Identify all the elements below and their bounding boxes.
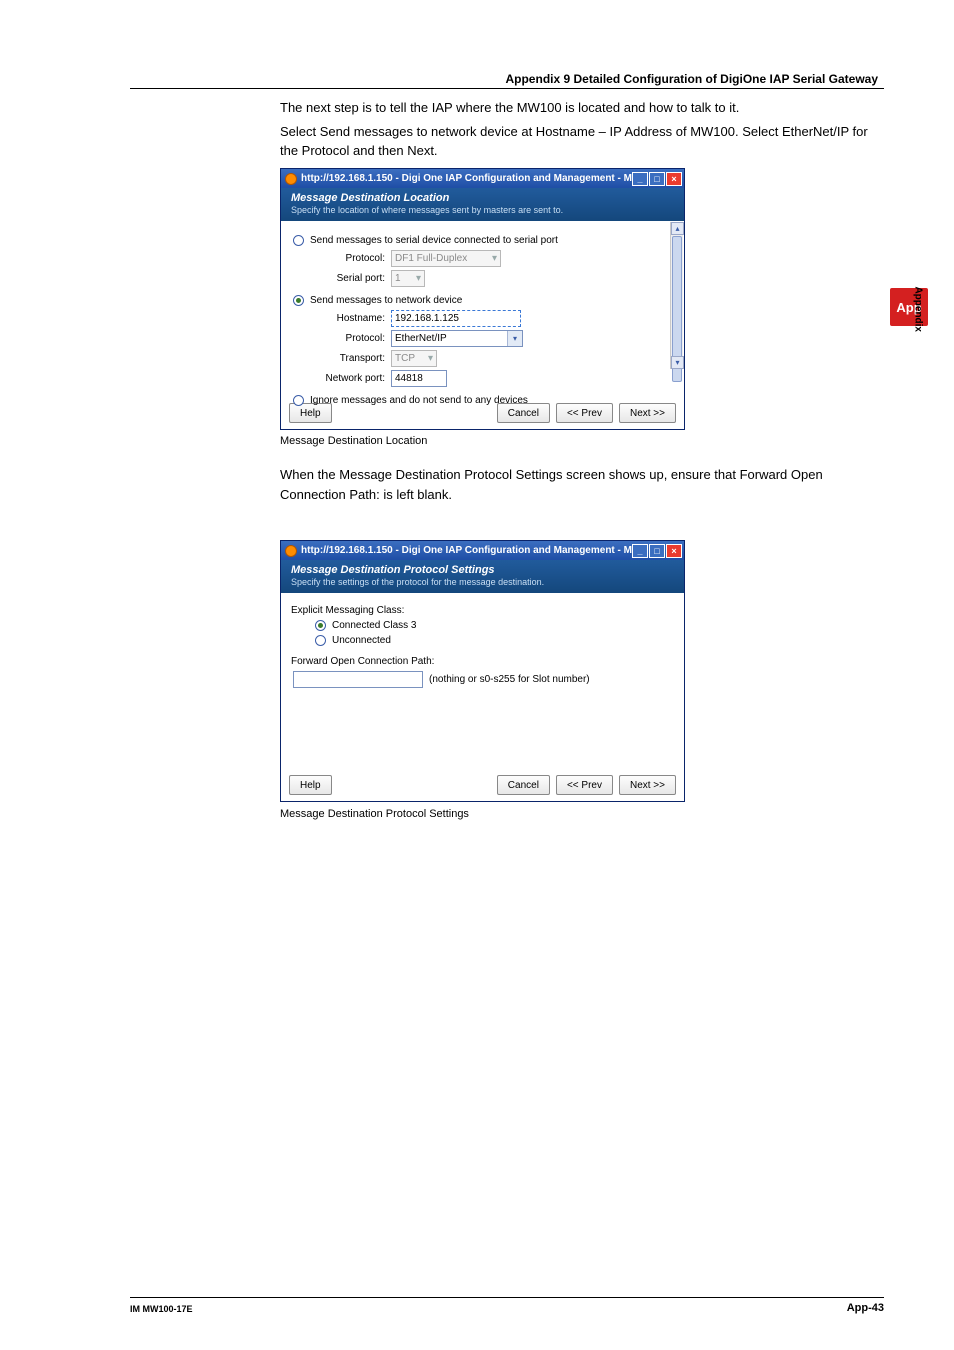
option-serial-label: Send messages to serial device connected… xyxy=(310,235,558,246)
next-button[interactable]: Next >> xyxy=(619,403,676,423)
titlebar-2: http://192.168.1.150 - Digi One IAP Conf… xyxy=(281,541,684,560)
emc-opt2-label: Unconnected xyxy=(332,635,391,646)
firefox-icon xyxy=(285,545,297,557)
focp-input[interactable] xyxy=(293,671,423,688)
window-2: http://192.168.1.150 - Digi One IAP Conf… xyxy=(280,540,685,802)
option-ignore[interactable]: Ignore messages and do not send to any d… xyxy=(293,395,678,406)
caption-1: Message Destination Location xyxy=(280,435,427,447)
intro-text: The next step is to tell the IAP where t… xyxy=(280,98,874,165)
option-network-label: Send messages to network device xyxy=(310,295,462,306)
intro-p2: Select Send messages to network device a… xyxy=(280,122,874,161)
row-transport: Transport: TCP ▾ xyxy=(315,350,678,367)
radio-unconnected[interactable] xyxy=(315,635,326,646)
window-title-1: http://192.168.1.150 - Digi One IAP Conf… xyxy=(301,173,632,184)
serial-port-value: 1 xyxy=(395,273,401,284)
close-button[interactable]: × xyxy=(666,544,682,558)
option-serial[interactable]: Send messages to serial device connected… xyxy=(293,235,678,246)
serial-protocol-label: Protocol: xyxy=(315,253,385,264)
row-protocol: Protocol: EtherNet/IP ▾ xyxy=(315,330,678,347)
intro-p1: The next step is to tell the IAP where t… xyxy=(280,98,874,118)
serial-protocol-value: DF1 Full-Duplex xyxy=(395,253,467,264)
protocol-select[interactable]: EtherNet/IP ▾ xyxy=(391,330,523,347)
chevron-down-icon[interactable]: ▾ xyxy=(507,331,522,346)
band-title-1: Message Destination Location xyxy=(291,192,674,204)
option-ignore-label: Ignore messages and do not send to any d… xyxy=(310,395,528,406)
mid-p1: When the Message Destination Protocol Se… xyxy=(280,465,874,504)
emc-opt1[interactable]: Connected Class 3 xyxy=(315,620,678,631)
next-button[interactable]: Next >> xyxy=(619,775,676,795)
radio-ignore[interactable] xyxy=(293,395,304,406)
emc-label: Explicit Messaging Class: xyxy=(291,605,678,616)
footer-rule xyxy=(130,1297,884,1298)
window-1: http://192.168.1.150 - Digi One IAP Conf… xyxy=(280,168,685,430)
minimize-button[interactable]: _ xyxy=(632,172,648,186)
band-title-2: Message Destination Protocol Settings xyxy=(291,564,674,576)
serial-port-label: Serial port: xyxy=(315,273,385,284)
focp-label: Forward Open Connection Path: xyxy=(291,656,678,667)
scroll-up-icon[interactable]: ▴ xyxy=(671,222,684,235)
help-button[interactable]: Help xyxy=(289,775,332,795)
close-button[interactable]: × xyxy=(666,172,682,186)
serial-port-select: 1 ▾ xyxy=(391,270,425,287)
band-1: Message Destination Location Specify the… xyxy=(281,188,684,221)
window-buttons-1: _ □ × xyxy=(632,172,682,186)
hostname-input[interactable] xyxy=(391,310,521,327)
radio-connected[interactable] xyxy=(315,620,326,631)
protocol-label: Protocol: xyxy=(315,333,385,344)
footer-left: IM MW100-17E xyxy=(130,1304,193,1314)
radio-network[interactable] xyxy=(293,295,304,306)
scrollbar-1[interactable]: ▴ ▾ xyxy=(670,222,683,369)
figure-msg-dest-protocol: http://192.168.1.150 - Digi One IAP Conf… xyxy=(280,540,685,802)
button-row-2: Help Cancel << Prev Next >> xyxy=(281,771,684,801)
band-desc-1: Specify the location of where messages s… xyxy=(291,205,674,215)
chevron-down-icon: ▾ xyxy=(422,353,433,364)
minimize-button[interactable]: _ xyxy=(632,544,648,558)
maximize-button[interactable]: □ xyxy=(649,544,665,558)
titlebar-1: http://192.168.1.150 - Digi One IAP Conf… xyxy=(281,169,684,188)
scroll-down-icon[interactable]: ▾ xyxy=(671,356,684,369)
window-buttons-2: _ □ × xyxy=(632,544,682,558)
hostname-label: Hostname: xyxy=(315,313,385,324)
option-network[interactable]: Send messages to network device xyxy=(293,295,678,306)
window-title-2: http://192.168.1.150 - Digi One IAP Conf… xyxy=(301,545,632,556)
netport-label: Network port: xyxy=(315,373,385,384)
radio-serial[interactable] xyxy=(293,235,304,246)
content-2: Explicit Messaging Class: Connected Clas… xyxy=(281,593,684,771)
band-2: Message Destination Protocol Settings Sp… xyxy=(281,560,684,593)
chevron-down-icon: ▾ xyxy=(486,253,497,264)
caption-2: Message Destination Protocol Settings xyxy=(280,808,469,820)
focp-hint: (nothing or s0-s255 for Slot number) xyxy=(429,674,590,685)
help-button[interactable]: Help xyxy=(289,403,332,423)
band-desc-2: Specify the settings of the protocol for… xyxy=(291,577,674,587)
header-rule xyxy=(130,88,884,89)
firefox-icon xyxy=(285,173,297,185)
cancel-button[interactable]: Cancel xyxy=(497,403,550,423)
row-serial-protocol: Protocol: DF1 Full-Duplex ▾ xyxy=(315,250,678,267)
maximize-button[interactable]: □ xyxy=(649,172,665,186)
row-netport: Network port: xyxy=(315,370,678,387)
transport-value: TCP xyxy=(395,353,415,364)
cancel-button[interactable]: Cancel xyxy=(497,775,550,795)
transport-select: TCP ▾ xyxy=(391,350,437,367)
figure-msg-dest-location: http://192.168.1.150 - Digi One IAP Conf… xyxy=(280,168,685,430)
side-label: Appendix xyxy=(913,286,924,332)
row-serial-port: Serial port: 1 ▾ xyxy=(315,270,678,287)
row-hostname: Hostname: xyxy=(315,310,678,327)
protocol-value: EtherNet/IP xyxy=(395,333,447,344)
prev-button[interactable]: << Prev xyxy=(556,403,613,423)
content-1: ▴ ▾ Send messages to serial device conne… xyxy=(281,221,684,399)
mid-text: When the Message Destination Protocol Se… xyxy=(280,465,874,504)
emc-opt1-label: Connected Class 3 xyxy=(332,620,417,631)
emc-opt2[interactable]: Unconnected xyxy=(315,635,678,646)
serial-protocol-select: DF1 Full-Duplex ▾ xyxy=(391,250,501,267)
chevron-down-icon: ▾ xyxy=(410,273,421,284)
transport-label: Transport: xyxy=(315,353,385,364)
header-title: Appendix 9 Detailed Configuration of Dig… xyxy=(505,72,878,86)
prev-button[interactable]: << Prev xyxy=(556,775,613,795)
netport-input[interactable] xyxy=(391,370,447,387)
footer-right: App-43 xyxy=(847,1302,884,1314)
